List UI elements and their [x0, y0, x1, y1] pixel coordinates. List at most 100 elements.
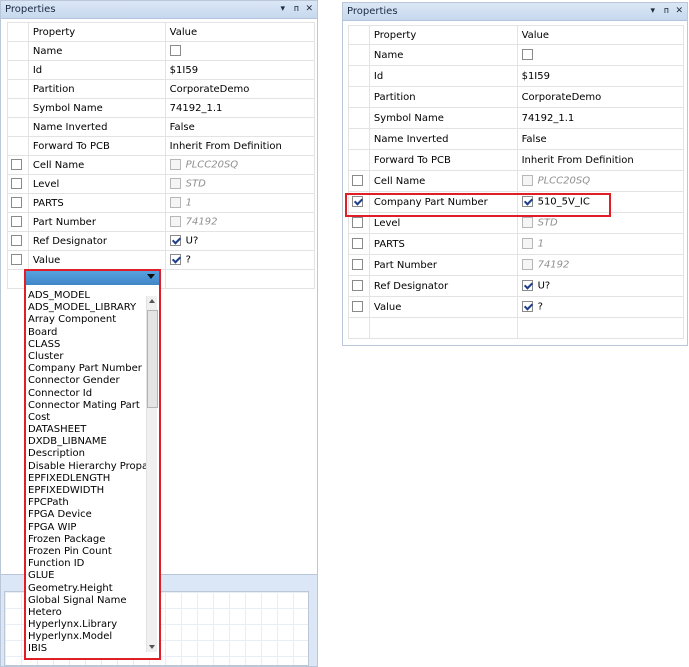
- property-name[interactable]: Partition: [368, 86, 518, 108]
- property-row[interactable]: Forward To PCB Inherit From Definition: [348, 149, 685, 171]
- value-checkbox[interactable]: [169, 159, 181, 171]
- property-name[interactable]: Cell Name: [27, 155, 166, 175]
- property-value-cell[interactable]: ?: [164, 250, 316, 270]
- property-value-cell[interactable]: ?: [516, 296, 685, 318]
- pin-icon[interactable]: ᴨ: [294, 3, 299, 15]
- property-value-cell[interactable]: 1: [164, 193, 316, 213]
- property-name[interactable]: PARTS: [27, 193, 166, 213]
- row-checkbox[interactable]: [352, 175, 363, 187]
- value-checkbox[interactable]: [521, 301, 533, 313]
- property-name[interactable]: Forward To PCB: [27, 136, 166, 156]
- property-row[interactable]: Symbol Name 74192_1.1: [7, 98, 316, 118]
- row-checkbox[interactable]: [11, 254, 22, 266]
- property-row[interactable]: Ref Designator U?: [348, 275, 685, 297]
- property-row[interactable]: PARTS 1: [7, 193, 316, 213]
- property-row[interactable]: Cell Name PLCC20SQ: [7, 155, 316, 175]
- property-name[interactable]: Name Inverted: [368, 128, 518, 150]
- pin-icon[interactable]: ᴨ: [664, 5, 669, 17]
- property-value-cell[interactable]: 74192: [164, 212, 316, 232]
- property-value-cell[interactable]: U?: [164, 231, 316, 251]
- value-checkbox[interactable]: [521, 238, 533, 250]
- row-checkbox[interactable]: [352, 238, 363, 250]
- property-row[interactable]: Name: [7, 41, 316, 61]
- property-value-cell[interactable]: CorporateDemo: [164, 79, 316, 99]
- property-name[interactable]: Name Inverted: [27, 117, 166, 137]
- property-name[interactable]: Ref Designator: [27, 231, 166, 251]
- row-checkbox[interactable]: [11, 197, 22, 209]
- property-value-cell[interactable]: CorporateDemo: [516, 86, 685, 108]
- property-name[interactable]: Name: [368, 44, 518, 66]
- property-name[interactable]: Cell Name: [368, 170, 518, 192]
- property-value-cell[interactable]: U?: [516, 275, 685, 297]
- property-name[interactable]: Symbol Name: [27, 98, 166, 118]
- property-row[interactable]: Value?: [7, 250, 316, 270]
- property-name[interactable]: Value: [27, 250, 166, 270]
- property-row[interactable]: Name: [348, 44, 685, 66]
- property-row[interactable]: Id $1I59: [7, 60, 316, 80]
- property-value-cell[interactable]: PLCC20SQ: [516, 170, 685, 192]
- property-value-cell[interactable]: $1I59: [516, 65, 685, 87]
- property-row[interactable]: Value?: [348, 296, 685, 318]
- property-value-cell[interactable]: [164, 41, 316, 61]
- property-name[interactable]: Part Number: [368, 254, 518, 276]
- property-name[interactable]: Name: [27, 41, 166, 61]
- value-checkbox[interactable]: [521, 217, 533, 229]
- value-checkbox[interactable]: [169, 254, 181, 266]
- row-checkbox[interactable]: [352, 301, 363, 313]
- property-name[interactable]: Id: [27, 60, 166, 80]
- value-checkbox[interactable]: [169, 45, 181, 57]
- value-checkbox[interactable]: [169, 178, 181, 190]
- property-name[interactable]: Level: [27, 174, 166, 194]
- row-checkbox[interactable]: [11, 235, 22, 247]
- property-row[interactable]: Name Inverted False: [348, 128, 685, 150]
- value-checkbox[interactable]: [169, 197, 181, 209]
- property-row[interactable]: Id $1I59: [348, 65, 685, 87]
- value-checkbox[interactable]: [521, 280, 533, 292]
- property-row[interactable]: Cell Name PLCC20SQ: [348, 170, 685, 192]
- property-name[interactable]: Partition: [27, 79, 166, 99]
- panel-menu-icon[interactable]: ▾: [650, 5, 655, 17]
- property-name[interactable]: Symbol Name: [368, 107, 518, 129]
- panel-menu-icon[interactable]: ▾: [280, 3, 285, 15]
- property-value-cell[interactable]: 74192: [516, 254, 685, 276]
- property-row[interactable]: PARTS 1: [348, 233, 685, 255]
- property-value-cell[interactable]: PLCC20SQ: [164, 155, 316, 175]
- property-name[interactable]: Forward To PCB: [368, 149, 518, 171]
- property-row[interactable]: Part Number 74192: [7, 212, 316, 232]
- value-checkbox[interactable]: [169, 216, 181, 228]
- property-name[interactable]: Value: [368, 296, 518, 318]
- row-checkbox[interactable]: [11, 178, 22, 190]
- property-row[interactable]: Partition CorporateDemo: [7, 79, 316, 99]
- property-value-cell[interactable]: $1I59: [164, 60, 316, 80]
- property-name[interactable]: PARTS: [368, 233, 518, 255]
- property-row[interactable]: Level STD: [7, 174, 316, 194]
- property-row[interactable]: Symbol Name 74192_1.1: [348, 107, 685, 129]
- property-value-cell[interactable]: Inherit From Definition: [516, 149, 685, 171]
- property-value-cell[interactable]: [516, 44, 685, 66]
- property-row[interactable]: Ref Designator U?: [7, 231, 316, 251]
- property-row[interactable]: Partition CorporateDemo: [348, 86, 685, 108]
- property-name[interactable]: Part Number: [27, 212, 166, 232]
- property-row[interactable]: Forward To PCB Inherit From Definition: [7, 136, 316, 156]
- property-name[interactable]: Id: [368, 65, 518, 87]
- row-checkbox[interactable]: [11, 159, 22, 171]
- value-checkbox[interactable]: [521, 175, 533, 187]
- property-value-cell[interactable]: 74192_1.1: [516, 107, 685, 129]
- property-value-cell[interactable]: False: [164, 117, 316, 137]
- row-checkbox[interactable]: [352, 280, 363, 292]
- property-row[interactable]: Part Number 74192: [348, 254, 685, 276]
- property-value-cell[interactable]: 1: [516, 233, 685, 255]
- property-value-cell[interactable]: 74192_1.1: [164, 98, 316, 118]
- property-row[interactable]: Name Inverted False: [7, 117, 316, 137]
- property-name[interactable]: Ref Designator: [368, 275, 518, 297]
- property-value-cell[interactable]: STD: [164, 174, 316, 194]
- row-checkbox[interactable]: [11, 216, 22, 228]
- close-icon[interactable]: ✕: [305, 3, 313, 15]
- row-checkbox[interactable]: [352, 217, 363, 229]
- property-value-cell[interactable]: False: [516, 128, 685, 150]
- value-checkbox[interactable]: [521, 259, 533, 271]
- close-icon[interactable]: ✕: [675, 5, 683, 17]
- property-value-cell[interactable]: Inherit From Definition: [164, 136, 316, 156]
- value-checkbox[interactable]: [521, 49, 533, 61]
- row-checkbox[interactable]: [352, 259, 363, 271]
